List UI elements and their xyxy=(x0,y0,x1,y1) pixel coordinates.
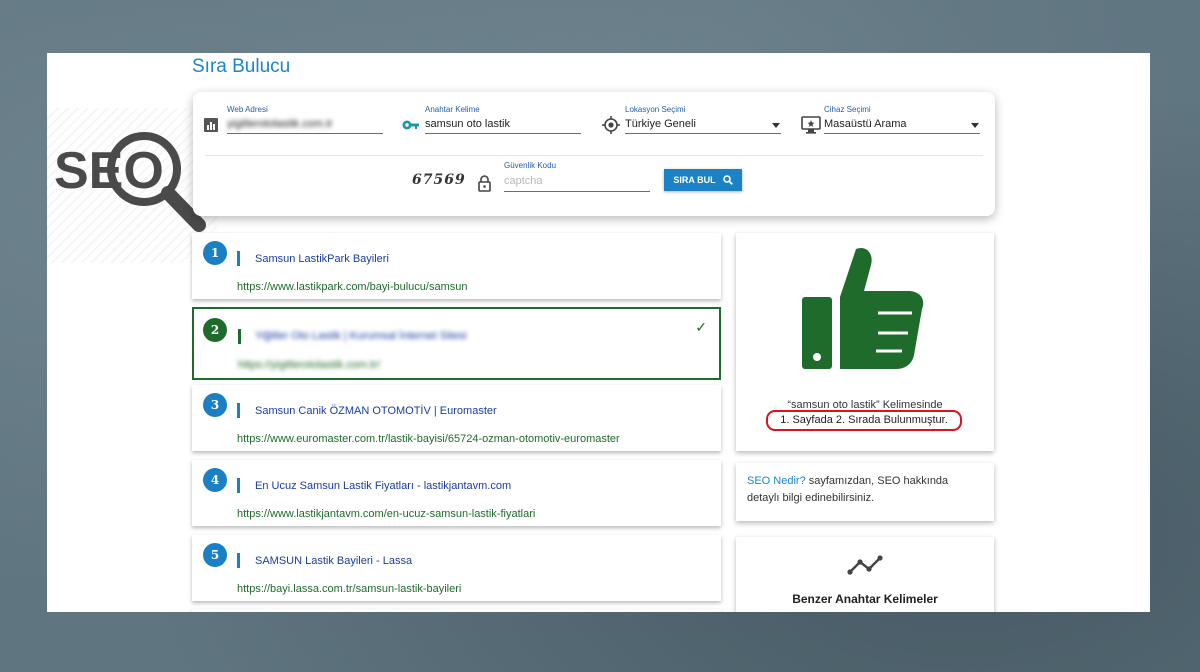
result-url[interactable]: https://www.euromaster.com.tr/lastik-bay… xyxy=(237,433,620,445)
result-title[interactable]: Samsun LastikPark Bayileri xyxy=(255,253,389,265)
thumbs-up-icon xyxy=(802,247,924,369)
web-address-underline xyxy=(227,133,383,134)
result-title[interactable]: Yiğitler Oto Lastik | Kurumsal İnternet … xyxy=(255,330,467,342)
trend-line-icon xyxy=(847,555,883,575)
seo-logo-text: SEO xyxy=(54,142,164,200)
location-crosshair-icon xyxy=(602,116,620,134)
search-form-card: Web Adresi yigitlerotolastik.com.tr Anah… xyxy=(193,92,995,216)
result-title[interactable]: SAMSUN Lastik Bayileri - Lassa xyxy=(255,555,412,567)
rank-badge: 3 xyxy=(203,393,227,417)
desktop-icon xyxy=(801,116,821,134)
result-card[interactable]: 5 SAMSUN Lastik Bayileri - Lassa https:/… xyxy=(192,535,721,601)
title-accent-bar xyxy=(237,478,240,493)
result-url[interactable]: https://yigitlerotolastik.com.tr/ xyxy=(238,359,380,371)
keyword-label: Anahtar Kelime xyxy=(425,105,480,114)
similar-keywords-panel: Benzer Anahtar Kelimeler xyxy=(736,537,994,612)
title-accent-bar xyxy=(237,251,240,266)
location-label: Lokasyon Seçimi xyxy=(625,105,686,114)
result-url[interactable]: https://www.lastikjantavm.com/en-ucuz-sa… xyxy=(237,508,535,520)
keyword-value[interactable]: samsun oto lastik xyxy=(425,118,510,130)
keyword-underline xyxy=(425,133,581,134)
location-value[interactable]: Türkiye Geneli xyxy=(625,118,696,130)
key-icon xyxy=(402,120,419,130)
location-underline xyxy=(625,133,781,134)
captcha-field[interactable]: Güvenlik Kodu captcha xyxy=(504,161,654,193)
sira-bul-label: SIRA BUL xyxy=(673,175,716,185)
result-title[interactable]: Samsun Canik ÖZMAN OTOMOTİV | Euromaster xyxy=(255,405,497,417)
title-accent-bar xyxy=(238,329,241,344)
title-accent-bar xyxy=(237,403,240,418)
chevron-down-icon[interactable] xyxy=(772,123,780,128)
device-underline xyxy=(824,133,980,134)
page-title: Sıra Bulucu xyxy=(192,56,291,77)
check-icon: ✓ xyxy=(695,319,707,335)
chevron-down-icon[interactable] xyxy=(971,123,979,128)
title-accent-bar xyxy=(237,553,240,568)
web-address-value[interactable]: yigitlerotolastik.com.tr xyxy=(227,118,333,130)
keyword-field[interactable]: Anahtar Kelime samsun oto lastik xyxy=(402,105,587,136)
result-card[interactable]: 1 Samsun LastikPark Bayileri https://www… xyxy=(192,233,721,299)
result-card-highlighted[interactable]: 2 Yiğitler Oto Lastik | Kurumsal İnterne… xyxy=(192,307,721,380)
captcha-image: 67569 xyxy=(412,172,466,188)
rank-badge: 5 xyxy=(203,543,227,567)
captcha-label: Güvenlik Kodu xyxy=(504,161,557,170)
bar-chart-icon xyxy=(204,118,218,132)
search-icon xyxy=(722,175,733,185)
rank-badge: 1 xyxy=(203,241,227,265)
device-label: Cihaz Seçimi xyxy=(824,105,871,114)
result-card[interactable] xyxy=(192,609,721,612)
similar-keywords-title: Benzer Anahtar Kelimeler xyxy=(792,592,938,606)
result-card[interactable]: 3 Samsun Canik ÖZMAN OTOMOTİV | Euromast… xyxy=(192,385,721,451)
device-value[interactable]: Masaüstü Arama xyxy=(824,118,907,130)
result-card[interactable]: 4 En Ucuz Samsun Lastik Fiyatları - last… xyxy=(192,460,721,526)
captcha-input[interactable]: captcha xyxy=(504,175,543,187)
seo-nedir-link[interactable]: SEO Nedir? xyxy=(747,475,806,487)
result-url[interactable]: https://www.lastikpark.com/bayi-bulucu/s… xyxy=(237,281,467,293)
result-title[interactable]: En Ucuz Samsun Lastik Fiyatları - lastik… xyxy=(255,480,511,492)
web-address-field[interactable]: Web Adresi yigitlerotolastik.com.tr xyxy=(204,105,389,136)
seo-magnifier-logo: SEO xyxy=(54,132,206,232)
captcha-underline xyxy=(504,191,650,192)
form-divider xyxy=(205,155,983,156)
sira-bul-button[interactable]: SIRA BUL xyxy=(664,169,742,191)
web-address-label: Web Adresi xyxy=(227,105,268,114)
result-url[interactable]: https://bayi.lassa.com.tr/samsun-lastik-… xyxy=(237,583,461,595)
device-select[interactable]: Cihaz Seçimi Masaüstü Arama xyxy=(801,105,986,136)
rank-badge: 4 xyxy=(203,468,227,492)
seo-info-panel: SEO Nedir? sayfamızdan, SEO hakkında det… xyxy=(736,463,994,521)
rank-result-panel: “samsun oto lastik” Kelimesinde 1. Sayfa… xyxy=(736,233,994,451)
rank-badge: 2 xyxy=(203,318,227,342)
location-select[interactable]: Lokasyon Seçimi Türkiye Geneli xyxy=(602,105,787,136)
seo-info-text: SEO Nedir? sayfamızdan, SEO hakkında det… xyxy=(736,463,994,517)
rank-result-line: 1. Sayfada 2. Sırada Bulunmuştur. xyxy=(766,410,962,431)
screenshot-frame: SEO Sıra Bulucu Web Adresi yigitlerotola… xyxy=(47,53,1150,612)
lock-icon xyxy=(478,175,491,192)
